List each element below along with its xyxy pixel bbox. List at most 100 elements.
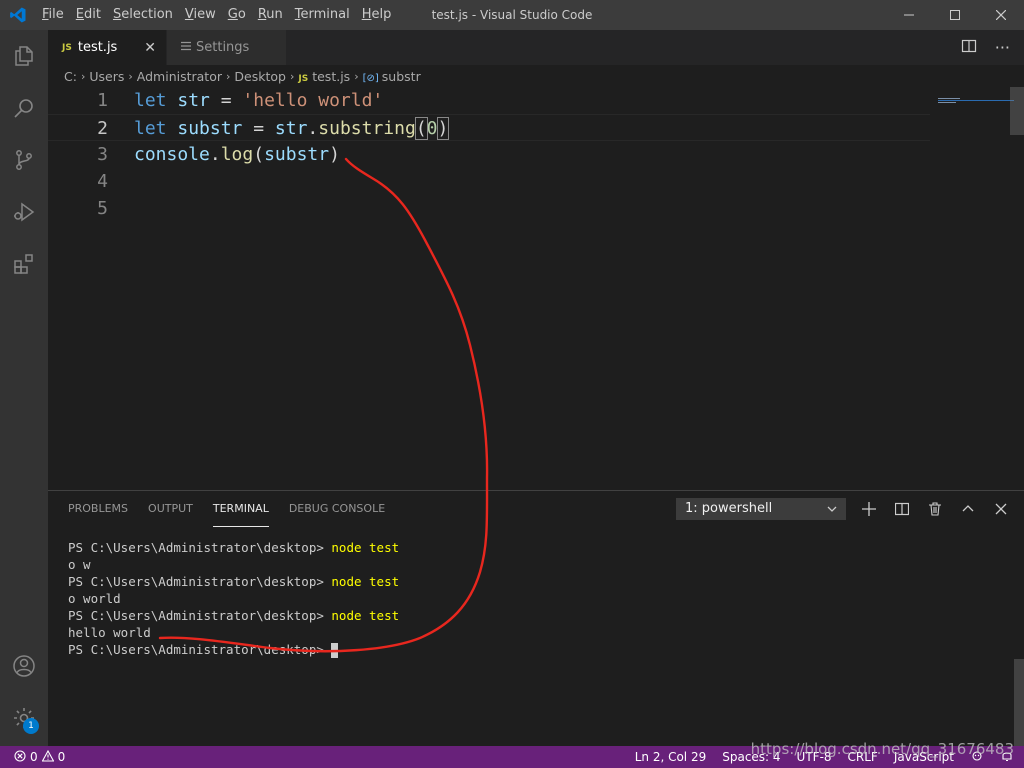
files-icon[interactable] xyxy=(0,30,48,82)
breadcrumb-separator-icon: › xyxy=(354,69,359,83)
editor-scrollbar[interactable] xyxy=(1010,87,1024,490)
terminal-line: hello world xyxy=(68,625,151,640)
terminal-line: PS C:\Users\Administrator\desktop> xyxy=(68,641,399,658)
kill-terminal-icon[interactable] xyxy=(926,500,944,518)
terminal-line: o world xyxy=(68,591,121,606)
terminal-line: o w xyxy=(68,557,91,572)
chevron-down-icon xyxy=(827,499,837,527)
status-bar: 0 0 Ln 2, Col 29 Spaces: 4 UTF-8 CRLF Ja… xyxy=(0,746,1024,768)
error-count: 0 xyxy=(30,750,38,764)
cursor-position[interactable]: Ln 2, Col 29 xyxy=(635,750,707,764)
menu-run[interactable]: Run xyxy=(252,0,289,30)
editor-tab-bar: JS test.js ✕ Settings ··· xyxy=(48,30,1024,65)
breadcrumb-separator-icon: › xyxy=(289,69,295,83)
manage-badge: 1 xyxy=(23,718,39,734)
more-actions-icon[interactable]: ··· xyxy=(995,38,1010,57)
line-number: 4 xyxy=(97,171,108,192)
vscode-logo-icon xyxy=(0,0,36,30)
search-icon[interactable] xyxy=(0,82,48,134)
run-debug-icon[interactable] xyxy=(0,186,48,238)
breadcrumb-separator-icon: › xyxy=(128,69,133,83)
menu-selection[interactable]: Selection xyxy=(107,0,179,30)
split-editor-icon[interactable] xyxy=(961,38,977,58)
accounts-icon[interactable] xyxy=(0,640,48,692)
split-terminal-icon[interactable] xyxy=(893,500,911,518)
code-line[interactable]: 1 let str = 'hello world' xyxy=(48,87,930,114)
menu-view[interactable]: View xyxy=(179,0,222,30)
line-number: 2 xyxy=(97,118,108,139)
warning-icon xyxy=(41,749,55,765)
terminal-select[interactable]: 1: powershell xyxy=(676,498,846,520)
tab-test-js[interactable]: JS test.js ✕ xyxy=(48,30,166,65)
window-controls xyxy=(886,0,1024,30)
tab-settings[interactable]: Settings xyxy=(166,30,286,65)
breadcrumb-item[interactable]: C: xyxy=(64,69,77,84)
minimize-icon[interactable] xyxy=(886,0,932,30)
indentation[interactable]: Spaces: 4 xyxy=(722,750,780,764)
problems-status[interactable]: 0 0 xyxy=(0,749,66,765)
breadcrumb-item[interactable]: [⊘] substr xyxy=(363,69,421,84)
line-number: 1 xyxy=(97,90,108,111)
menu-file[interactable]: File xyxy=(36,0,70,30)
breadcrumb-item[interactable]: Desktop xyxy=(234,69,286,84)
add-terminal-icon[interactable] xyxy=(860,500,878,518)
tab-terminal[interactable]: TERMINAL xyxy=(212,491,269,527)
menu-edit[interactable]: Edit xyxy=(70,0,107,30)
breadcrumb-separator-icon: › xyxy=(226,69,231,83)
feedback-icon[interactable] xyxy=(970,749,984,766)
terminal-scrollbar[interactable] xyxy=(1014,659,1024,747)
terminal-cursor xyxy=(331,643,339,658)
terminal-output[interactable]: PS C:\Users\Administrator\desktop> node … xyxy=(68,539,399,658)
menu-help[interactable]: Help xyxy=(356,0,398,30)
source-control-icon[interactable] xyxy=(0,134,48,186)
code-line[interactable]: 3 console.log(substr) xyxy=(48,141,930,168)
menu-bar: File Edit Selection View Go Run Terminal Help xyxy=(36,0,397,30)
warning-count: 0 xyxy=(57,750,66,764)
minimap[interactable] xyxy=(938,87,1014,103)
encoding[interactable]: UTF-8 xyxy=(797,750,832,764)
breadcrumb: C: › Users › Administrator › Desktop › JS test.js… xyxy=(48,65,1024,87)
settings-icon xyxy=(181,40,191,55)
editor-scroll-thumb[interactable] xyxy=(1010,87,1024,135)
terminal-line: PS C:\Users\Administrator\desktop> node … xyxy=(68,540,400,555)
error-icon xyxy=(14,749,26,765)
close-tab-icon[interactable]: ✕ xyxy=(144,40,156,56)
code-line[interactable]: 4 xyxy=(48,168,930,195)
terminal-line: PS C:\Users\Administrator\desktop> node … xyxy=(68,574,400,589)
close-window-icon[interactable] xyxy=(978,0,1024,30)
tab-problems[interactable]: PROBLEMS xyxy=(68,491,128,527)
code-line[interactable]: 5 xyxy=(48,195,930,222)
title-bar: File Edit Selection View Go Run Terminal Help t… xyxy=(0,0,1024,30)
breadcrumb-item[interactable]: Users xyxy=(89,69,124,84)
tab-output[interactable]: OUTPUT xyxy=(148,491,193,527)
terminal-select-value: 1: powershell xyxy=(685,501,773,516)
code-editor[interactable]: 1 let str = 'hello world' 2 let substr = st… xyxy=(48,87,1024,490)
activity-bar: 1 xyxy=(0,30,48,746)
js-file-icon: JS xyxy=(62,42,72,53)
manage-gear-icon[interactable]: 1 xyxy=(0,692,48,744)
language-mode[interactable]: JavaScript xyxy=(894,750,954,764)
editor-actions: ··· xyxy=(961,30,1010,65)
line-number: 5 xyxy=(97,198,108,219)
line-ending[interactable]: CRLF xyxy=(848,750,878,764)
menu-terminal[interactable]: Terminal xyxy=(289,0,356,30)
menu-go[interactable]: Go xyxy=(222,0,252,30)
tab-debug-console[interactable]: DEBUG CONSOLE xyxy=(289,491,385,527)
js-file-icon: JS xyxy=(298,73,309,84)
line-number: 3 xyxy=(97,144,108,165)
terminal-line: PS C:\Users\Administrator\desktop> node … xyxy=(68,608,400,623)
code-line[interactable]: 2 let substr = str.substring(0) xyxy=(48,114,930,141)
maximize-icon[interactable] xyxy=(932,0,978,30)
breadcrumb-item[interactable]: Administrator xyxy=(137,69,222,84)
panel-tabs: PROBLEMS OUTPUT TERMINAL DEBUG CONSOLE xyxy=(68,491,385,527)
code-text: let str = 'hello world' xyxy=(134,90,384,111)
breadcrumb-separator-icon: › xyxy=(80,69,86,83)
code-text: console.log(substr) xyxy=(134,144,340,165)
breadcrumb-item[interactable]: JS test.js xyxy=(298,69,350,84)
extensions-icon[interactable] xyxy=(0,238,48,290)
tab-label: test.js xyxy=(77,40,118,55)
maximize-panel-icon[interactable] xyxy=(959,500,977,518)
close-panel-icon[interactable] xyxy=(992,500,1010,518)
notifications-icon[interactable] xyxy=(1000,749,1014,766)
variable-symbol-icon: [⊘] xyxy=(362,72,379,84)
